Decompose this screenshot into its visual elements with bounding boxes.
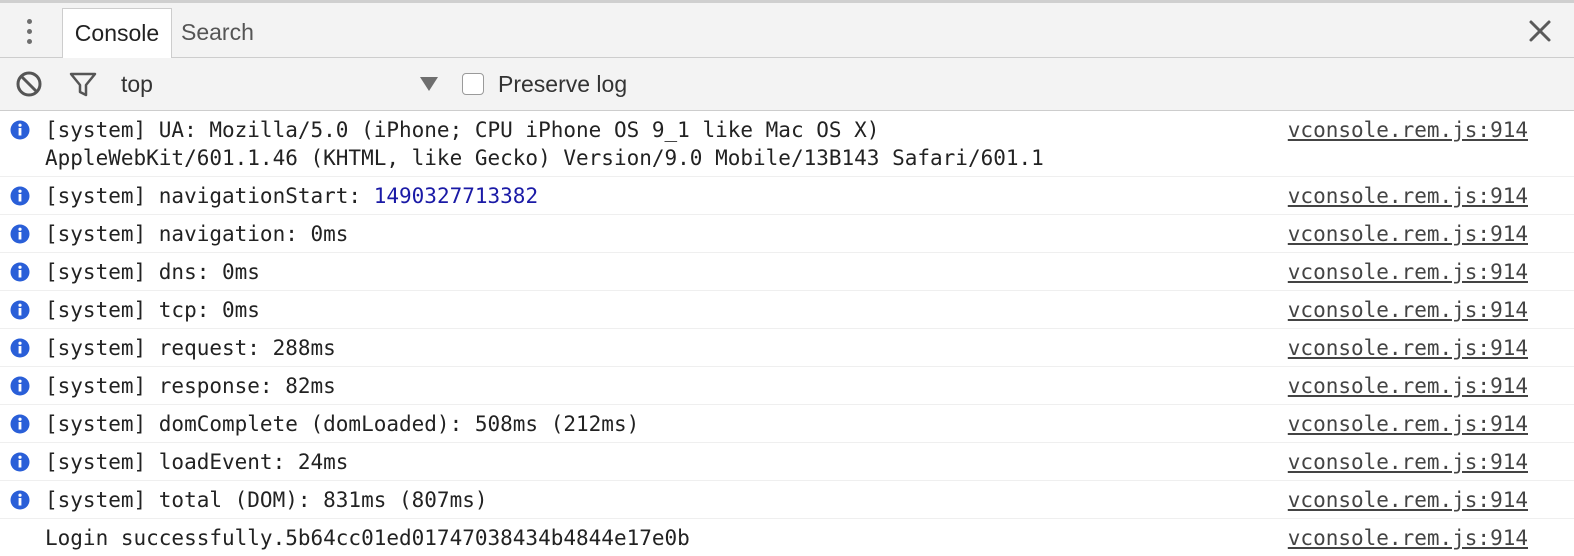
info-icon bbox=[10, 262, 30, 282]
preserve-log-label: Preserve log bbox=[498, 70, 628, 97]
message-source-link[interactable]: vconsole.rem.js:914 bbox=[1288, 220, 1528, 248]
message-text: [system] navigationStart: 1490327713382 bbox=[45, 182, 1240, 210]
console-message: [system] domComplete (domLoaded): 508ms … bbox=[0, 405, 1574, 443]
message-source-link[interactable]: vconsole.rem.js:914 bbox=[1288, 448, 1528, 476]
info-icon bbox=[10, 338, 30, 358]
message-text: [system] loadEvent: 24ms bbox=[45, 450, 349, 474]
message-text: [system] response: 82ms bbox=[45, 374, 336, 398]
message-source-link[interactable]: vconsole.rem.js:914 bbox=[1288, 182, 1528, 210]
message-text: [system] tcp: 0ms bbox=[45, 298, 260, 322]
info-icon bbox=[10, 452, 30, 472]
message-source-link[interactable]: vconsole.rem.js:914 bbox=[1288, 486, 1528, 514]
info-icon bbox=[10, 414, 30, 434]
message-text: [system] total (DOM): 831ms (807ms) bbox=[45, 488, 488, 512]
console-message: Login successfully.5b64cc01ed01747038434… bbox=[0, 519, 1574, 556]
console-message: [system] tcp: 0ms vconsole.rem.js:914 bbox=[0, 291, 1574, 329]
info-icon bbox=[10, 376, 30, 396]
tab-bar: Console Search bbox=[0, 3, 1574, 59]
console-message: [system] UA: Mozilla/5.0 (iPhone; CPU iP… bbox=[0, 111, 1574, 177]
message-source-link[interactable]: vconsole.rem.js:914 bbox=[1288, 524, 1528, 552]
preserve-log-checkbox[interactable] bbox=[462, 73, 484, 95]
context-select-value: top bbox=[121, 71, 153, 97]
console-message: [system] response: 82ms vconsole.rem.js:… bbox=[0, 367, 1574, 405]
message-text: [system] navigation: 0ms bbox=[45, 222, 349, 246]
console-messages: [system] UA: Mozilla/5.0 (iPhone; CPU iP… bbox=[0, 111, 1574, 556]
message-prefix: [system] navigationStart: bbox=[45, 184, 374, 208]
preserve-log-toggle[interactable]: Preserve log bbox=[462, 64, 627, 104]
info-icon bbox=[10, 300, 30, 320]
info-icon bbox=[10, 490, 30, 510]
console-message: [system] dns: 0ms vconsole.rem.js:914 bbox=[0, 253, 1574, 291]
message-source-link[interactable]: vconsole.rem.js:914 bbox=[1288, 334, 1528, 362]
console-message: [system] navigation: 0ms vconsole.rem.js… bbox=[0, 215, 1574, 253]
message-number: 1490327713382 bbox=[373, 184, 539, 208]
tab-search[interactable]: Search bbox=[181, 8, 254, 57]
devtools-console-panel: Console Search top Preserve log [system]… bbox=[0, 0, 1574, 556]
close-icon[interactable] bbox=[1524, 15, 1556, 47]
kebab-menu-icon[interactable] bbox=[18, 11, 40, 51]
message-text: [system] domComplete (domLoaded): 508ms … bbox=[45, 412, 640, 436]
message-text: Login successfully.5b64cc01ed01747038434… bbox=[45, 526, 690, 550]
message-source-link[interactable]: vconsole.rem.js:914 bbox=[1288, 258, 1528, 286]
message-text: [system] UA: Mozilla/5.0 (iPhone; CPU iP… bbox=[45, 118, 1044, 170]
context-select[interactable]: top bbox=[110, 64, 446, 104]
console-toolbar: top Preserve log bbox=[0, 58, 1574, 111]
tab-console[interactable]: Console bbox=[62, 8, 172, 59]
message-source-link[interactable]: vconsole.rem.js:914 bbox=[1288, 410, 1528, 438]
console-message: [system] navigationStart: 1490327713382 … bbox=[0, 177, 1574, 215]
message-source-link[interactable]: vconsole.rem.js:914 bbox=[1288, 116, 1528, 144]
message-source-link[interactable]: vconsole.rem.js:914 bbox=[1288, 372, 1528, 400]
message-source-link[interactable]: vconsole.rem.js:914 bbox=[1288, 296, 1528, 324]
dropdown-arrow-icon bbox=[420, 77, 438, 91]
message-text: [system] request: 288ms bbox=[45, 336, 336, 360]
message-text: [system] dns: 0ms bbox=[45, 260, 260, 284]
filter-icon[interactable] bbox=[68, 69, 98, 99]
info-icon bbox=[10, 224, 30, 244]
console-message: [system] request: 288ms vconsole.rem.js:… bbox=[0, 329, 1574, 367]
console-message: [system] loadEvent: 24ms vconsole.rem.js… bbox=[0, 443, 1574, 481]
info-icon bbox=[10, 186, 30, 206]
info-icon bbox=[10, 120, 30, 140]
clear-console-icon[interactable] bbox=[14, 69, 44, 99]
console-message: [system] total (DOM): 831ms (807ms) vcon… bbox=[0, 481, 1574, 519]
